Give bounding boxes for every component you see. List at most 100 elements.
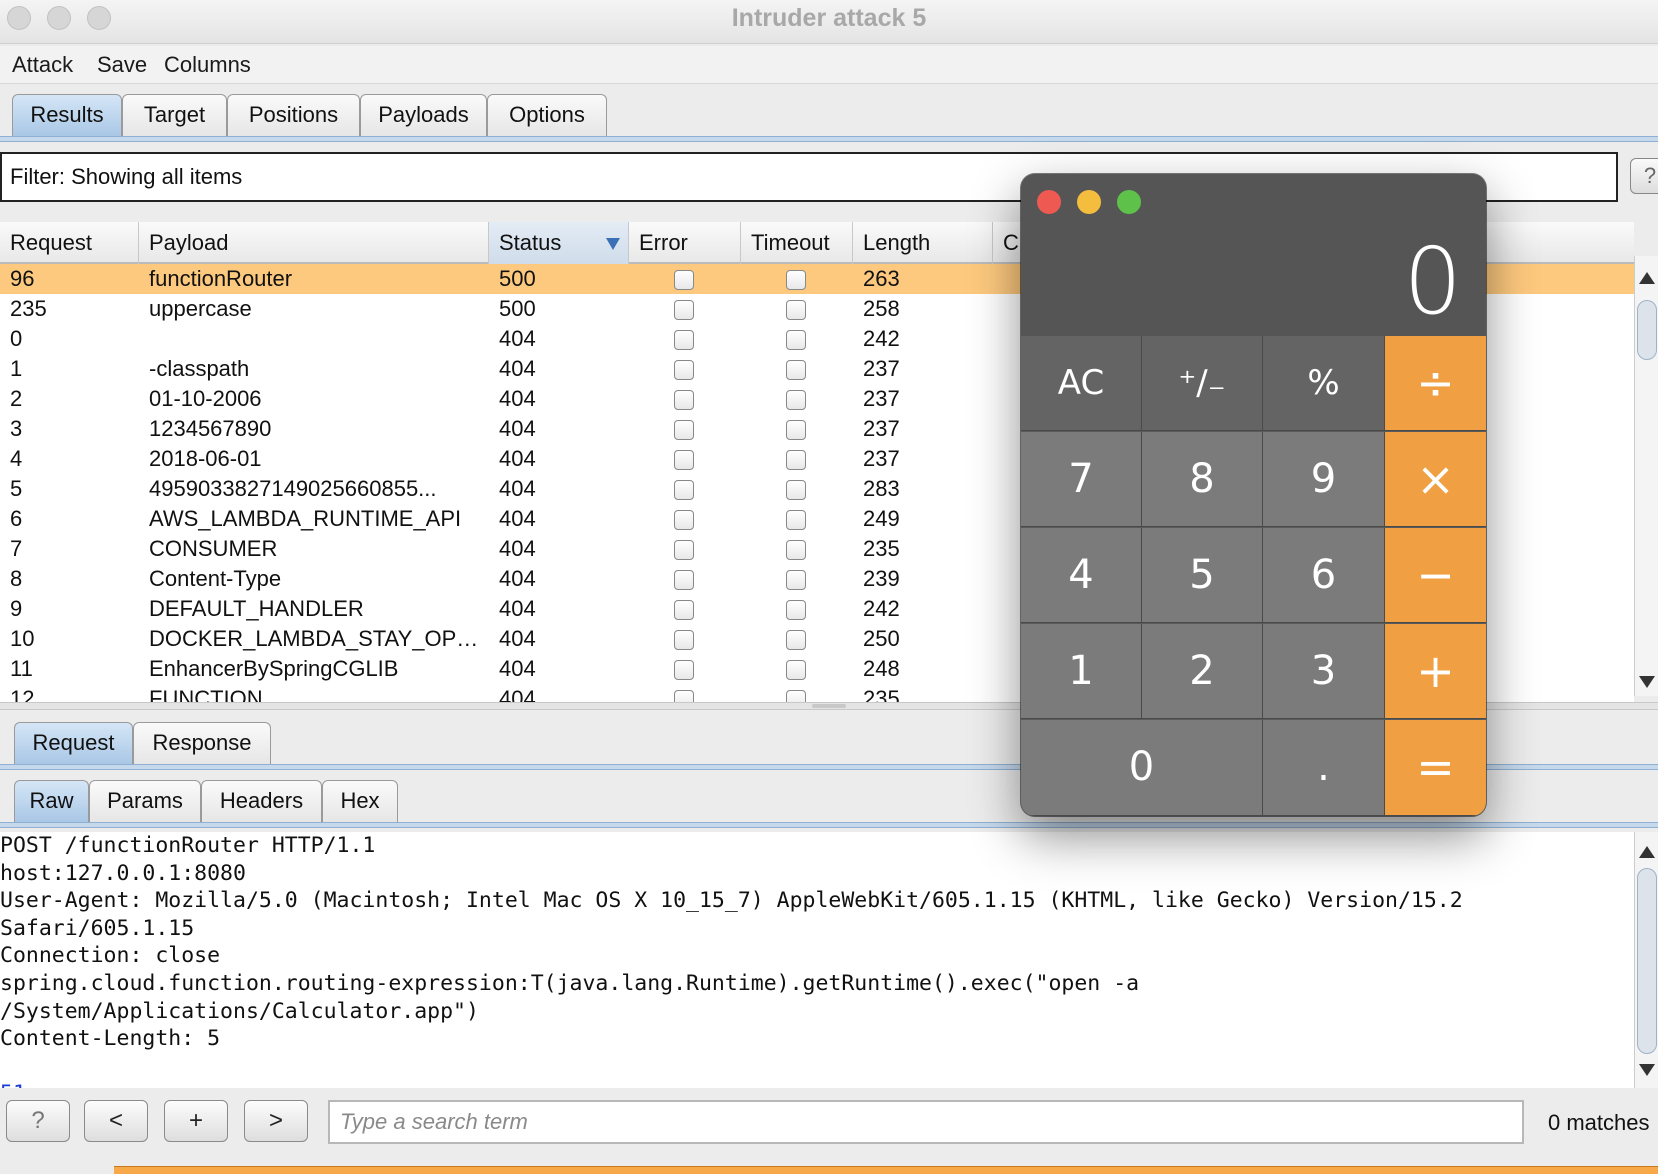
timeout-checkbox[interactable] — [786, 630, 806, 650]
digit-5-key[interactable]: 5 — [1142, 528, 1263, 623]
scroll-up-icon[interactable] — [1639, 272, 1655, 284]
plus-minus-key[interactable]: ⁺∕₋ — [1142, 336, 1263, 431]
raw-request-editor[interactable]: POST /functionRouter HTTP/1.1 host:127.0.… — [0, 832, 1634, 1088]
calculator-minimize-button[interactable] — [1077, 190, 1101, 214]
column-request[interactable]: Request — [0, 222, 139, 264]
menu-attack[interactable]: Attack — [12, 52, 73, 78]
cell-request: 3 — [10, 416, 23, 441]
ac-key[interactable]: AC — [1021, 336, 1142, 431]
digit-2-key[interactable]: 2 — [1142, 624, 1263, 719]
cell-request: 9 — [10, 596, 23, 621]
error-checkbox[interactable] — [674, 630, 694, 650]
intruder-window: { "window": { "title": "Intruder attack … — [0, 0, 1658, 1174]
timeout-checkbox[interactable] — [786, 510, 806, 530]
error-checkbox[interactable] — [674, 600, 694, 620]
calculator-close-button[interactable] — [1037, 190, 1061, 214]
error-checkbox[interactable] — [674, 450, 694, 470]
error-checkbox[interactable] — [674, 360, 694, 380]
equals-key[interactable]: = — [1385, 720, 1486, 816]
tab-raw[interactable]: Raw — [14, 780, 89, 822]
editor-scroll-down-icon[interactable] — [1639, 1064, 1655, 1076]
divide-key[interactable]: ÷ — [1385, 336, 1486, 431]
tab-response[interactable]: Response — [133, 722, 271, 764]
cell-request: 8 — [10, 566, 23, 591]
error-checkbox[interactable] — [674, 540, 694, 560]
raw-request-text[interactable]: POST /functionRouter HTTP/1.1 host:127.0.… — [0, 832, 1463, 1088]
column-timeout[interactable]: Timeout — [741, 222, 853, 264]
tab-request[interactable]: Request — [14, 722, 133, 764]
timeout-checkbox[interactable] — [786, 690, 806, 702]
timeout-checkbox[interactable] — [786, 330, 806, 350]
tab-positions[interactable]: Positions — [227, 94, 360, 136]
digit-8-key[interactable]: 8 — [1142, 432, 1263, 527]
timeout-checkbox[interactable] — [786, 300, 806, 320]
digit-9-key[interactable]: 9 — [1263, 432, 1385, 527]
editor-scroll-up-icon[interactable] — [1639, 846, 1655, 858]
error-checkbox[interactable] — [674, 510, 694, 530]
percent-key[interactable]: % — [1263, 336, 1385, 431]
digit-1-key[interactable]: 1 — [1021, 624, 1142, 719]
cell-status: 404 — [499, 536, 536, 561]
scroll-thumb[interactable] — [1637, 300, 1657, 360]
column-length[interactable]: Length — [853, 222, 993, 264]
tab-params[interactable]: Params — [89, 780, 201, 822]
next-match-button[interactable]: > — [244, 1100, 308, 1142]
decimal-key[interactable]: . — [1263, 720, 1385, 816]
tab-hex[interactable]: Hex — [322, 780, 398, 822]
error-checkbox[interactable] — [674, 480, 694, 500]
tab-target[interactable]: Target — [122, 94, 227, 136]
column-status[interactable]: Status — [489, 222, 629, 264]
editor-scroll-thumb[interactable] — [1637, 868, 1657, 1054]
calculator-zoom-button[interactable] — [1117, 190, 1141, 214]
column-payload[interactable]: Payload — [139, 222, 489, 264]
timeout-checkbox[interactable] — [786, 600, 806, 620]
filter-help-button[interactable]: ? — [1630, 158, 1658, 194]
timeout-checkbox[interactable] — [786, 540, 806, 560]
cell-request: 11 — [10, 656, 33, 681]
error-checkbox[interactable] — [674, 270, 694, 290]
add-key[interactable]: + — [1385, 624, 1486, 719]
error-checkbox[interactable] — [674, 330, 694, 350]
timeout-checkbox[interactable] — [786, 480, 806, 500]
cell-length: 237 — [863, 416, 900, 441]
editor-scrollbar[interactable] — [1634, 832, 1658, 1088]
multiply-key[interactable]: × — [1385, 432, 1486, 527]
scroll-down-icon[interactable] — [1639, 676, 1655, 688]
timeout-checkbox[interactable] — [786, 570, 806, 590]
tab-results[interactable]: Results — [12, 94, 122, 136]
timeout-checkbox[interactable] — [786, 270, 806, 290]
tab-headers[interactable]: Headers — [201, 780, 322, 822]
timeout-checkbox[interactable] — [786, 420, 806, 440]
error-checkbox[interactable] — [674, 660, 694, 680]
digit-0-key[interactable]: 0 — [1021, 720, 1263, 816]
table-scrollbar[interactable] — [1634, 256, 1658, 696]
menu-save[interactable]: Save — [97, 52, 147, 78]
search-help-button[interactable]: ? — [6, 1100, 70, 1142]
request-line: Connection: close — [0, 943, 221, 969]
column-error[interactable]: Error — [629, 222, 741, 264]
request-line: spring.cloud.function.routing-expression… — [0, 970, 1140, 996]
error-checkbox[interactable] — [674, 300, 694, 320]
menu-columns[interactable]: Columns — [164, 52, 251, 78]
digit-6-key[interactable]: 6 — [1263, 528, 1385, 623]
error-checkbox[interactable] — [674, 390, 694, 410]
request-line: POST /functionRouter HTTP/1.1 — [0, 833, 376, 858]
error-checkbox[interactable] — [674, 690, 694, 702]
subtract-key[interactable]: − — [1385, 528, 1486, 623]
search-input[interactable] — [328, 1100, 1524, 1144]
previous-match-button[interactable]: < — [84, 1100, 148, 1142]
error-checkbox[interactable] — [674, 420, 694, 440]
timeout-checkbox[interactable] — [786, 450, 806, 470]
digit-7-key[interactable]: 7 — [1021, 432, 1142, 527]
timeout-checkbox[interactable] — [786, 390, 806, 410]
error-checkbox[interactable] — [674, 570, 694, 590]
splitter-grip-icon[interactable] — [812, 704, 846, 708]
digit-4-key[interactable]: 4 — [1021, 528, 1142, 623]
timeout-checkbox[interactable] — [786, 660, 806, 680]
tab-options[interactable]: Options — [487, 94, 607, 136]
cell-length: 249 — [863, 506, 900, 531]
timeout-checkbox[interactable] — [786, 360, 806, 380]
add-search-button[interactable]: + — [164, 1100, 228, 1142]
tab-payloads[interactable]: Payloads — [360, 94, 487, 136]
digit-3-key[interactable]: 3 — [1263, 624, 1385, 719]
